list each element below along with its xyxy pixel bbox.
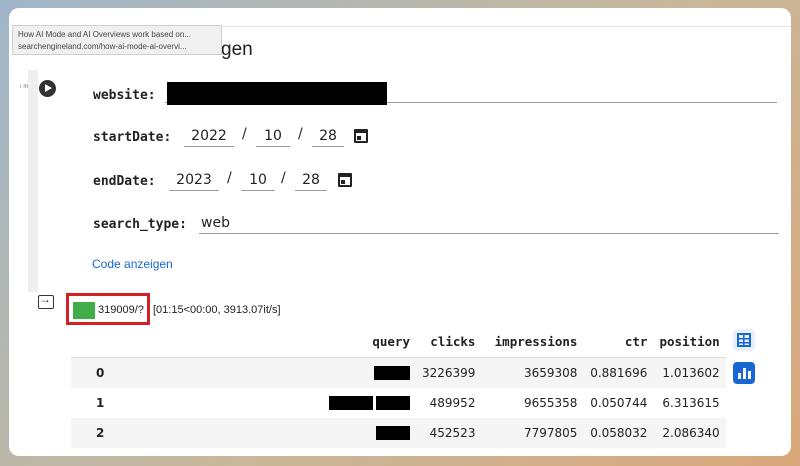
col-header: position xyxy=(653,329,726,358)
website-label: website: xyxy=(93,88,156,103)
table-header: query clicks impressions ctr position xyxy=(71,329,726,358)
position-cell: 6.313615 xyxy=(662,396,720,410)
enddate-month[interactable]: 10 xyxy=(241,170,275,191)
search-type-input[interactable]: web xyxy=(199,213,779,234)
startdate-year[interactable]: 2022 xyxy=(184,126,234,147)
clicks-cell: 3226399 xyxy=(416,357,482,388)
date-separator: / xyxy=(281,170,286,186)
enddate-year[interactable]: 2023 xyxy=(169,170,219,191)
query-cell xyxy=(146,388,416,418)
startdate-month[interactable]: 10 xyxy=(256,126,290,147)
query-cell xyxy=(146,418,416,448)
clicks-cell: 452523 xyxy=(416,418,482,448)
results-table: query clicks impressions ctr position 0 … xyxy=(71,329,726,448)
chart-bar-glyph xyxy=(743,368,746,379)
output-icon xyxy=(38,292,54,309)
row-index: 1 xyxy=(96,396,105,410)
link-tooltip: How AI Mode and AI Overviews work based … xyxy=(12,25,222,55)
enddate-day[interactable]: 28 xyxy=(295,170,327,191)
calendar-icon[interactable] xyxy=(354,129,368,143)
table-row: 2 452523 7797805 0.058032 2.086340 xyxy=(71,418,726,448)
col-header: query xyxy=(146,329,416,358)
impressions-cell: 7797805 xyxy=(481,418,584,448)
page-title: gen xyxy=(221,39,253,60)
col-header xyxy=(71,329,146,358)
cell-gutter xyxy=(28,70,38,292)
date-separator: / xyxy=(242,126,247,142)
date-separator: / xyxy=(227,170,232,186)
table-row: 1 489952 9655358 0.050744 6.313615 xyxy=(71,388,726,418)
code-toggle-link[interactable]: Code anzeigen xyxy=(92,257,173,271)
tooltip-title: How AI Mode and AI Overviews work based … xyxy=(18,30,191,39)
search-type-label: search_type: xyxy=(93,217,187,232)
notebook-card: gen ı m website: startDate: 2022 / 10 / … xyxy=(9,8,791,456)
redacted-query xyxy=(374,366,410,381)
play-icon[interactable] xyxy=(39,80,56,97)
startdate-label: startDate: xyxy=(93,130,172,145)
progress-count: 319009/? xyxy=(98,304,144,316)
ctr-cell: 0.881696 xyxy=(583,357,654,388)
position-cell: 1.013602 xyxy=(653,357,726,388)
table-row: 0 3226399 3659308 0.881696 1.013602 xyxy=(71,357,726,388)
redacted-website xyxy=(167,82,387,105)
query-cell xyxy=(146,357,416,388)
chart-bar-glyph xyxy=(748,371,751,379)
col-header: ctr xyxy=(583,329,654,358)
redacted-query xyxy=(376,396,410,411)
redacted-query xyxy=(329,396,373,411)
tooltip-url: searchengineland.com/how-ai-mode-ai-over… xyxy=(18,42,187,51)
impressions-cell: 9655358 xyxy=(524,396,578,410)
redacted-query xyxy=(376,426,410,441)
ctr-cell: 0.058032 xyxy=(583,418,654,448)
impressions-cell: 3659308 xyxy=(481,357,584,388)
clicks-cell: 489952 xyxy=(429,396,476,410)
chart-bar-glyph xyxy=(738,373,741,379)
progress-detail: [01:15<00:00, 3913.07it/s] xyxy=(153,304,281,316)
position-cell: 2.086340 xyxy=(653,418,726,448)
col-header: clicks xyxy=(416,329,482,358)
startdate-day[interactable]: 28 xyxy=(312,126,344,147)
row-index: 2 xyxy=(71,418,146,448)
bar-chart-icon[interactable] xyxy=(733,362,755,384)
date-separator: / xyxy=(298,126,303,142)
calendar-icon[interactable] xyxy=(338,173,352,187)
col-header: impressions xyxy=(481,329,584,358)
progress-bar xyxy=(73,302,95,319)
row-index: 0 xyxy=(71,357,146,388)
table-icon[interactable] xyxy=(733,329,755,351)
enddate-label: endDate: xyxy=(93,174,156,189)
ctr-cell: 0.050744 xyxy=(590,396,648,410)
